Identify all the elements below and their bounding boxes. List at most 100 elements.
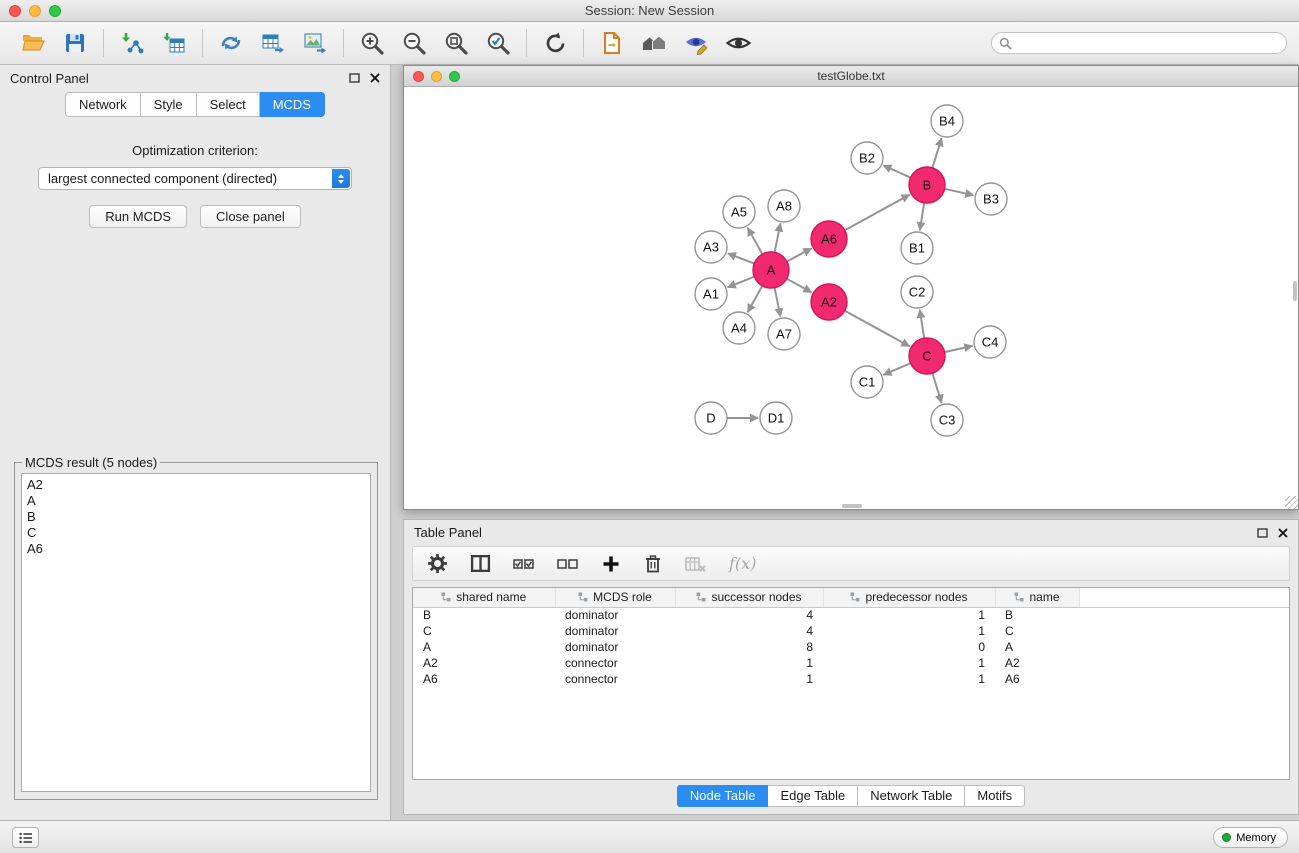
cell-shared-name[interactable]: A6 [413, 671, 555, 687]
edge-B-B4[interactable] [932, 138, 941, 168]
cell-predecessor-nodes[interactable]: 0 [823, 639, 995, 655]
edge-B-B1[interactable] [920, 203, 924, 230]
cell-successor-nodes[interactable]: 4 [675, 607, 823, 623]
create-column-button[interactable] [601, 554, 621, 574]
tab-network[interactable]: Network [65, 92, 141, 117]
edge-C-C2[interactable] [920, 310, 924, 338]
column-header-successor-nodes[interactable]: successor nodes [675, 588, 823, 607]
edge-B-B2[interactable] [883, 165, 910, 177]
graph-node-A5[interactable]: A5 [723, 196, 755, 228]
close-table-panel-icon[interactable] [1278, 528, 1288, 538]
float-table-panel-icon[interactable] [1257, 528, 1268, 538]
close-panel-icon[interactable] [370, 73, 380, 83]
graph-node-A1[interactable]: A1 [695, 278, 727, 310]
task-history-button[interactable] [12, 827, 39, 848]
open-recent-session-button[interactable] [591, 25, 633, 61]
table-settings-button[interactable] [427, 553, 448, 574]
list-item[interactable]: A [27, 493, 365, 509]
cell-mcds-role[interactable]: dominator [555, 639, 675, 655]
graph-node-B4[interactable]: B4 [931, 105, 963, 137]
list-item[interactable]: C [27, 525, 365, 541]
graph-node-A2[interactable]: A2 [811, 284, 847, 320]
edge-C-C1[interactable] [884, 363, 911, 375]
edge-A-A1[interactable] [728, 277, 755, 288]
graph-node-C4[interactable]: C4 [974, 326, 1006, 358]
cell-name[interactable]: A [995, 639, 1079, 655]
cell-predecessor-nodes[interactable]: 1 [823, 671, 995, 687]
zoom-in-button[interactable] [351, 25, 393, 61]
network-canvas[interactable]: B4B2BB3A8A5A6A3B1AC2A1A2A4A7C4CC1C3DD1 [404, 87, 1298, 509]
graph-node-B[interactable]: B [909, 167, 945, 203]
table-row[interactable]: C dominator 4 1 C [413, 623, 1289, 639]
column-header-name[interactable]: name [995, 588, 1079, 607]
minimize-window-button[interactable] [29, 5, 41, 17]
export-image-button[interactable] [294, 25, 336, 61]
zoom-fit-button[interactable] [435, 25, 477, 61]
cell-shared-name[interactable]: B [413, 607, 555, 623]
delete-table-button[interactable] [685, 554, 707, 574]
float-panel-icon[interactable] [349, 73, 360, 83]
cell-mcds-role[interactable]: dominator [555, 607, 675, 623]
cell-name[interactable]: A6 [995, 671, 1079, 687]
export-table-button[interactable] [252, 25, 294, 61]
list-item[interactable]: A2 [27, 477, 365, 493]
column-header-mcds-role[interactable]: MCDS role [555, 588, 675, 607]
cell-mcds-role[interactable]: dominator [555, 623, 675, 639]
show-columns-button[interactable] [470, 553, 491, 574]
table-row[interactable]: A dominator 8 0 A [413, 639, 1289, 655]
optimization-criterion-select[interactable]: largest connected component (directed) [38, 167, 352, 190]
run-mcds-button[interactable]: Run MCDS [89, 205, 187, 228]
close-panel-button[interactable]: Close panel [200, 205, 301, 228]
import-network-from-file-button[interactable] [111, 25, 153, 61]
maximize-network-window-button[interactable] [449, 71, 460, 82]
cell-predecessor-nodes[interactable]: 1 [823, 623, 995, 639]
delete-column-button[interactable] [643, 553, 663, 574]
graph-node-C1[interactable]: C1 [851, 366, 883, 398]
cell-successor-nodes[interactable]: 8 [675, 639, 823, 655]
edge-A2-C[interactable] [845, 311, 910, 347]
edge-C-C4[interactable] [945, 346, 973, 352]
tab-select[interactable]: Select [197, 92, 260, 117]
graph-node-A4[interactable]: A4 [723, 312, 755, 344]
minimize-network-window-button[interactable] [431, 71, 442, 82]
show-hide-button[interactable] [717, 25, 759, 61]
column-header-shared-name[interactable]: shared name [413, 588, 555, 607]
resize-grip[interactable] [1285, 496, 1298, 509]
list-item[interactable]: A6 [27, 541, 365, 557]
tab-mcds[interactable]: MCDS [260, 92, 325, 117]
cell-shared-name[interactable]: A2 [413, 655, 555, 671]
table-row[interactable]: A6 connector 1 1 A6 [413, 671, 1289, 687]
horizontal-scrollbar-thumb[interactable] [842, 504, 862, 508]
graph-node-D1[interactable]: D1 [760, 402, 792, 434]
cell-shared-name[interactable]: A [413, 639, 555, 655]
cell-name[interactable]: B [995, 607, 1079, 623]
graph-node-B1[interactable]: B1 [901, 232, 933, 264]
home-button[interactable] [633, 25, 675, 61]
network-window-titlebar[interactable]: testGlobe.txt [404, 66, 1298, 87]
graph-node-A6[interactable]: A6 [811, 221, 847, 257]
fullscreen-window-button[interactable] [49, 5, 61, 17]
function-builder-button[interactable]: f(x) [729, 554, 756, 573]
close-network-window-button[interactable] [413, 71, 424, 82]
cell-predecessor-nodes[interactable]: 1 [823, 607, 995, 623]
graph-node-A7[interactable]: A7 [768, 318, 800, 350]
apply-layout-button[interactable] [534, 25, 576, 61]
search-field[interactable] [991, 32, 1287, 54]
memory-button[interactable]: Memory [1213, 827, 1288, 848]
tab-node-table[interactable]: Node Table [677, 785, 769, 807]
table-row[interactable]: B dominator 4 1 B [413, 607, 1289, 623]
vertical-scrollbar-thumb[interactable] [1293, 281, 1297, 301]
cell-mcds-role[interactable]: connector [555, 655, 675, 671]
edge-A-A4[interactable] [748, 286, 763, 312]
edge-A-A7[interactable] [775, 288, 781, 317]
cell-successor-nodes[interactable]: 1 [675, 655, 823, 671]
graphics-details-button[interactable] [675, 25, 717, 61]
search-input[interactable] [1016, 36, 1279, 50]
edge-B-B3[interactable] [945, 189, 974, 195]
select-all-columns-button[interactable] [513, 554, 535, 574]
graph-node-A3[interactable]: A3 [695, 231, 727, 263]
cell-name[interactable]: A2 [995, 655, 1079, 671]
graph-node-D[interactable]: D [695, 402, 727, 434]
graph-node-B3[interactable]: B3 [975, 183, 1007, 215]
graph-node-C3[interactable]: C3 [931, 404, 963, 436]
